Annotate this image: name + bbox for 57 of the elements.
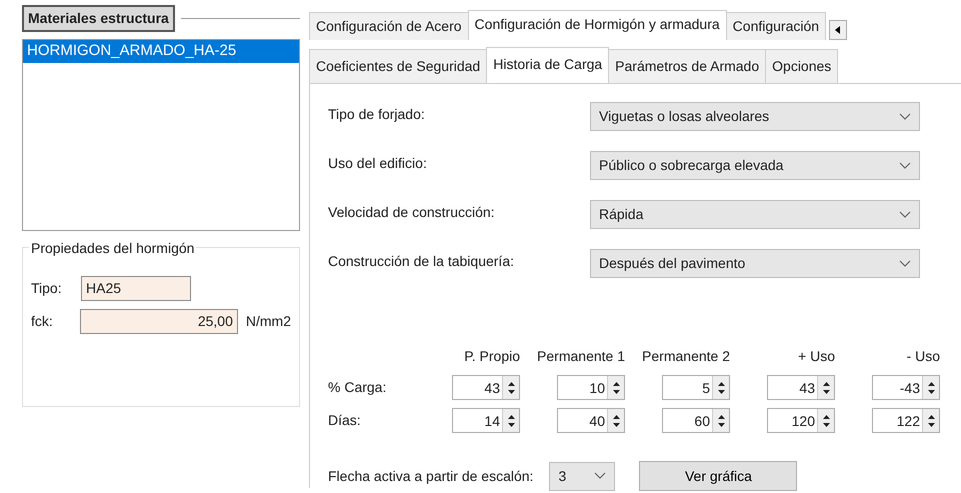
- up-down-arrows-icon: [506, 412, 516, 428]
- unit-label: N/mm2: [246, 312, 291, 331]
- setting-label: Tipo de forjado:: [328, 105, 426, 124]
- dropdown[interactable]: Viguetas o losas alveolares: [590, 102, 920, 131]
- number-spinner[interactable]: 40: [557, 408, 625, 433]
- field-label: Tipo:: [31, 279, 63, 298]
- tab[interactable]: Configuración de Acero: [309, 12, 469, 40]
- up-down-arrows-icon: [506, 380, 516, 396]
- chevron-down-icon: [594, 472, 606, 480]
- setting-label: Uso del edificio:: [328, 154, 428, 173]
- number-spinner[interactable]: 60: [662, 408, 730, 433]
- field-label: fck:: [31, 312, 54, 331]
- dropdown[interactable]: Rápida: [590, 200, 920, 229]
- chevron-down-icon: [899, 162, 911, 170]
- column-header: Permanente 1: [537, 347, 625, 366]
- panel-title: Materiales estructura: [22, 5, 175, 32]
- dropdown[interactable]: Público o sobrecarga elevada: [590, 151, 920, 180]
- up-down-arrows-icon: [926, 412, 936, 428]
- setting-label: Construcción de la tabiquería:: [328, 252, 515, 271]
- tab[interactable]: Opciones: [765, 49, 838, 83]
- up-down-arrows-icon: [612, 380, 620, 396]
- up-down-arrows-icon: [822, 380, 830, 396]
- number-spinner[interactable]: 5: [662, 375, 730, 400]
- step-label: Flecha activa a partir de escalón:: [328, 466, 534, 486]
- dropdown[interactable]: 3: [549, 462, 616, 490]
- view-chart-button[interactable]: Ver gráfica: [639, 461, 798, 491]
- row-label: % Carga:: [328, 379, 386, 395]
- up-down-arrows-icon: [612, 412, 620, 428]
- tab[interactable]: Coeficientes de Seguridad: [309, 49, 488, 83]
- number-spinner[interactable]: 10: [557, 375, 625, 400]
- setting-label: Velocidad de construcción:: [328, 203, 496, 222]
- tab[interactable]: Parámetros de Armado: [608, 49, 766, 83]
- column-header: Permanente 2: [642, 347, 730, 366]
- up-down-arrows-icon: [822, 412, 830, 428]
- scroll-left-button[interactable]: [829, 20, 848, 40]
- column-header: - Uso: [906, 347, 940, 366]
- up-down-arrows-icon: [716, 412, 726, 428]
- chevron-down-icon: [899, 112, 911, 120]
- column-header: P. Propio: [464, 347, 520, 366]
- list-item[interactable]: HORMIGON_ARMADO_HA-25: [23, 40, 299, 62]
- number-spinner[interactable]: 14: [452, 408, 520, 433]
- chevron-down-icon: [899, 260, 911, 268]
- arrow-left-icon: [835, 26, 842, 34]
- text-field[interactable]: HA25: [81, 276, 191, 301]
- number-spinner[interactable]: 43: [767, 375, 835, 400]
- number-spinner[interactable]: 122: [872, 408, 940, 433]
- column-header: + Uso: [798, 347, 835, 366]
- up-down-arrows-icon: [926, 380, 936, 396]
- number-spinner[interactable]: -43: [872, 375, 940, 400]
- tab[interactable]: Configuración: [726, 12, 826, 40]
- dropdown[interactable]: Después del pavimento: [590, 249, 920, 278]
- number-spinner[interactable]: 43: [452, 375, 520, 400]
- row-label: Días:: [328, 412, 361, 428]
- chevron-down-icon: [899, 210, 911, 218]
- up-down-arrows-icon: [716, 380, 726, 396]
- number-spinner[interactable]: 120: [767, 408, 835, 433]
- text-field[interactable]: 25,00: [80, 309, 238, 334]
